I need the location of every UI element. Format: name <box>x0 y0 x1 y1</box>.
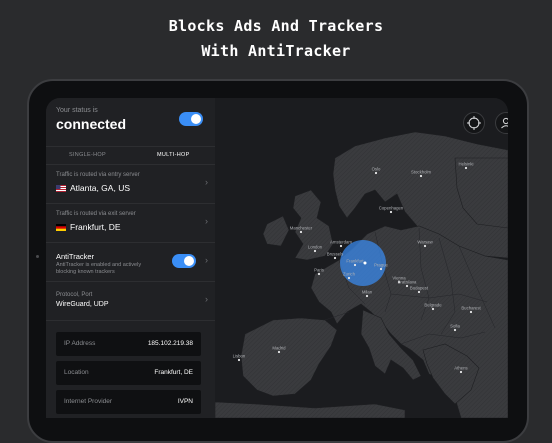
city-label-stockholm: Stockholm <box>411 170 431 175</box>
europe-map[interactable]: Oslo Stockholm Helsinki Copenhagen Mancheste… <box>214 98 508 418</box>
status-label: Your status is <box>56 107 98 114</box>
city-dot-belgrade[interactable] <box>431 307 435 311</box>
city-dot-prague[interactable] <box>379 267 383 271</box>
entry-server-value: Atlanta, GA, US <box>56 183 130 193</box>
tab-single-hop[interactable]: SINGLE-HOP <box>69 152 106 158</box>
ip-address-value: 185.102.219.38 <box>147 340 193 347</box>
city-label-brussels: Brussels <box>327 252 343 257</box>
exit-server-label: Traffic is routed via exit server <box>56 211 136 217</box>
toggle-knob <box>184 256 194 266</box>
city-dot-copenhagen[interactable] <box>389 210 393 214</box>
status-value: connected <box>56 116 127 132</box>
city-dot-brussels[interactable] <box>333 256 337 260</box>
location-label: Location <box>64 369 89 376</box>
camera-dot <box>36 255 39 258</box>
antitracker-toggle[interactable] <box>172 254 196 268</box>
connection-panel: Your status is connected SINGLE-HOP MULT… <box>46 98 215 418</box>
city-dot-lisbon[interactable] <box>237 358 241 362</box>
chevron-right-icon: › <box>205 216 208 226</box>
city-dot-london[interactable] <box>313 249 317 253</box>
city-label-budapest: Budapest <box>410 286 429 291</box>
city-dot-oslo[interactable] <box>374 171 378 175</box>
hop-tabs: SINGLE-HOP MULTI-HOP <box>46 146 215 165</box>
city-label-oslo: Oslo <box>372 167 381 172</box>
city-label-amsterdam: Amsterdam <box>330 240 352 245</box>
protocol-row[interactable]: Protocol, Port WireGuard, UDP › <box>46 282 215 321</box>
map-view[interactable]: Oslo Stockholm Helsinki Copenhagen Mancheste… <box>214 98 508 418</box>
city-label-milan: Milan <box>362 290 373 295</box>
city-dot-zurich[interactable] <box>347 276 351 280</box>
city-label-sofia: Sofia <box>450 324 460 329</box>
city-label-madrid: Madrid <box>272 346 286 351</box>
city-label-belgrade: Belgrade <box>424 303 442 308</box>
account-icon <box>501 117 508 129</box>
provider-label: Internet Provider <box>64 398 113 405</box>
antitracker-row[interactable]: AntiTracker AntiTracker is enabled and a… <box>46 243 215 282</box>
antitracker-title: AntiTracker <box>56 252 95 261</box>
city-label-warsaw: Warsaw <box>417 240 433 245</box>
city-dot-sofia[interactable] <box>453 328 457 332</box>
city-label-athens: Athens <box>454 366 467 371</box>
antitracker-desc-line-1: AntiTracker is enabled and actively <box>56 262 142 268</box>
city-label-lisbon: Lisbon <box>233 354 246 359</box>
antitracker-desc-line-2: blocking known trackers <box>56 269 115 275</box>
tab-multi-hop[interactable]: MULTI-HOP <box>157 152 190 158</box>
locate-icon <box>467 116 481 130</box>
entry-server-name: Atlanta, GA, US <box>70 183 130 193</box>
app-screen: Your status is connected SINGLE-HOP MULT… <box>46 98 508 418</box>
location-card: Location Frankfurt, DE <box>56 361 201 385</box>
city-label-zurich: Zurich <box>343 272 356 277</box>
toggle-knob <box>191 114 201 124</box>
us-flag-icon <box>56 185 66 192</box>
city-label-helsinki: Helsinki <box>458 162 473 167</box>
ip-address-card: IP Address 185.102.219.38 <box>56 332 201 356</box>
city-label-london: London <box>308 245 323 250</box>
city-dot-frankfurt[interactable] <box>353 263 357 267</box>
provider-value: IVPN <box>177 398 193 405</box>
protocol-value: WireGuard, UDP <box>56 301 109 308</box>
city-dot-stockholm[interactable] <box>419 174 423 178</box>
connection-toggle[interactable] <box>179 112 203 126</box>
locate-button[interactable] <box>463 112 485 134</box>
marketing-headline: Blocks Ads And Trackers With AntiTracker <box>0 14 552 64</box>
city-dot-manchester[interactable] <box>299 230 303 234</box>
provider-card: Internet Provider IVPN <box>56 390 201 414</box>
city-dot-bucharest[interactable] <box>469 310 473 314</box>
exit-server-row[interactable]: Traffic is routed via exit server Frankf… <box>46 204 215 243</box>
de-flag-icon <box>56 224 66 231</box>
exit-server-value: Frankfurt, DE <box>56 222 121 232</box>
city-dot-bratislava[interactable] <box>405 284 409 288</box>
city-label-frankfurt: Frankfurt <box>346 259 364 264</box>
active-server-dot <box>363 261 367 265</box>
entry-server-row[interactable]: Traffic is routed via entry server Atlan… <box>46 164 215 204</box>
city-dot-helsinki[interactable] <box>464 166 468 170</box>
city-dot-athens[interactable] <box>459 370 463 374</box>
city-dot-warsaw[interactable] <box>423 244 427 248</box>
city-label-paris: Paris <box>314 268 324 273</box>
chevron-right-icon: › <box>205 255 208 265</box>
entry-server-label: Traffic is routed via entry server <box>56 172 140 178</box>
protocol-label: Protocol, Port <box>56 292 93 298</box>
city-dot-milan[interactable] <box>365 294 369 298</box>
city-label-bucharest: Bucharest <box>461 306 481 311</box>
city-dot-budapest[interactable] <box>417 290 421 294</box>
exit-server-name: Frankfurt, DE <box>70 222 121 232</box>
chevron-right-icon: › <box>205 294 208 304</box>
headline-line-1: Blocks Ads And Trackers <box>168 17 384 35</box>
chevron-right-icon: › <box>205 177 208 187</box>
city-dot-madrid[interactable] <box>277 350 281 354</box>
location-value: Frankfurt, DE <box>154 369 193 376</box>
city-label-prague: Prague <box>374 263 388 268</box>
city-dot-paris[interactable] <box>317 272 321 276</box>
account-button[interactable] <box>495 112 508 134</box>
headline-line-2: With AntiTracker <box>201 42 351 60</box>
city-dot-amsterdam[interactable] <box>339 244 343 248</box>
ip-address-label: IP Address <box>64 340 96 347</box>
city-label-manchester: Manchester <box>290 226 313 231</box>
city-label-copenhagen: Copenhagen <box>379 206 404 211</box>
city-label-bratislava: Bratislava <box>398 280 417 285</box>
